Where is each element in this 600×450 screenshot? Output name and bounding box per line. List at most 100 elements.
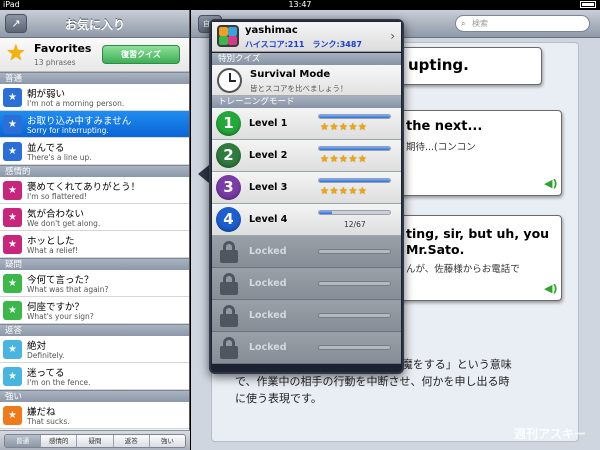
dialog-bubble-1: upting. [397, 47, 542, 85]
bubble-3-sub: んが、佐藤様からお電話で [406, 264, 520, 275]
level-name: Level 2 [249, 150, 288, 161]
phrase-japanese: ホッとした [27, 236, 75, 247]
level-progress-bar [318, 114, 391, 119]
dialog-bubble-2: the next... 期待...(コンコン ◀) [397, 110, 562, 196]
section-header: 普通 [0, 72, 189, 84]
level-row[interactable]: 1 Level 1 ★★★★★ [212, 108, 401, 140]
level-name: Locked [249, 310, 287, 321]
level-list: 1 Level 1 ★★★★★ 2 Level 2 ★★★★★ 3 Level 3 ★★★★★ 4… [211, 108, 402, 364]
left-nav-title: お気に入り [64, 18, 125, 32]
category-tabs: 普通 感情的 疑問 返答 強い [0, 430, 190, 450]
bubble-3-title-1: ting, sir, but uh, you [406, 226, 550, 241]
phrase-japanese: 朝が弱い [27, 89, 66, 100]
category-tab[interactable]: 返答 [113, 435, 150, 447]
locked-level-row: Locked [212, 268, 401, 300]
locked-level-row: Locked [212, 236, 401, 268]
score-rank: ハイスコア:211 ランク:3487 [245, 40, 362, 49]
star-icon: ★ [6, 41, 26, 66]
category-tab[interactable]: 感情的 [41, 435, 78, 447]
section-header: 強い [0, 390, 189, 402]
phrase-row[interactable]: ★ 並んでる There's a line up. [0, 138, 189, 165]
category-tab[interactable]: 強い [149, 435, 185, 447]
lock-icon [220, 337, 238, 359]
level-progress-bar [318, 281, 391, 286]
survival-subtitle: 皆とスコアを比べましょう！ [250, 84, 348, 93]
level-number-badge: 3 [216, 175, 241, 200]
category-star-icon: ★ [3, 406, 22, 425]
phrase-japanese: 嫌だね [27, 407, 56, 418]
speaker-icon[interactable]: ◀) [544, 282, 558, 295]
phrase-row[interactable]: ★ 今何て言った？ What was that again? [0, 270, 189, 297]
app-icon [217, 25, 239, 47]
speaker-icon[interactable]: ◀) [544, 177, 558, 190]
category-star-icon: ★ [3, 142, 22, 161]
lock-icon [220, 241, 238, 263]
search-input[interactable]: ⌕ 検索 [455, 15, 590, 32]
phrase-english: We don't get along. [27, 219, 101, 228]
phrase-english: There's a line up. [27, 153, 92, 162]
explanation-line-2: で、作業中の相手の行動を中断させ、何かを申し出る時 [235, 375, 510, 388]
phrase-english: What's your sign? [27, 312, 94, 321]
level-row[interactable]: 4 Level 4 12/67 [212, 204, 401, 236]
phrase-list: 普通 ★ 朝が弱い I'm not a morning person. ★ お取り込み中す… [0, 72, 189, 429]
bubble-3-title-2: Mr.Sato. [406, 242, 465, 257]
level-progress-bar [318, 313, 391, 318]
phrase-english: What a relief! [27, 246, 79, 255]
level-progress-bar [318, 345, 391, 350]
review-quiz-button[interactable]: 復習クイズ [102, 45, 180, 64]
quiz-popover: yashimac ハイスコア:211 ランク:3487 › 特別クイズ Surv… [209, 19, 404, 374]
level-row[interactable]: 2 Level 2 ★★★★★ [212, 140, 401, 172]
phrase-row[interactable]: ★ 朝が弱い I'm not a morning person. [0, 84, 189, 111]
favorites-title: Favorites [34, 42, 92, 55]
clock-icon [217, 68, 242, 93]
survival-title: Survival Mode [250, 69, 331, 80]
phrase-english: What was that again? [27, 285, 109, 294]
user-row[interactable]: yashimac ハイスコア:211 ランク:3487 › [212, 22, 401, 52]
level-number-badge: 2 [216, 143, 241, 168]
lock-icon [220, 273, 238, 295]
favorites-count: 13 phrases [34, 58, 76, 67]
level-name: Level 3 [249, 182, 288, 193]
level-name: Locked [249, 342, 287, 353]
popover-arrow [198, 165, 209, 183]
category-star-icon: ★ [3, 367, 22, 386]
phrase-row[interactable]: ★ お取り込み中すみません Sorry for interrupting. [0, 111, 189, 138]
phrase-japanese: お取り込み中すみません [27, 116, 132, 127]
phrase-row[interactable]: ★ 褒めてくれてありがとう！ I'm so flattered! [0, 177, 189, 204]
level-name: Level 4 [249, 214, 288, 225]
favorites-header: ★ Favorites 13 phrases 復習クイズ [0, 38, 189, 72]
phrase-japanese: 何座ですか？ [27, 302, 85, 313]
dialog-bubble-3: ting, sir, but uh, you Mr.Sato. んが、佐藤様から… [397, 215, 562, 301]
phrase-row[interactable]: ★ 絶対 Definitely. [0, 336, 189, 363]
lock-icon [220, 305, 238, 327]
level-number-badge: 4 [216, 207, 241, 232]
survival-mode-row[interactable]: Survival Mode 皆とスコアを比べましょう！ [212, 65, 401, 96]
category-tab[interactable]: 普通 [5, 435, 42, 447]
phrase-row[interactable]: ★ 嫌だね That sucks. [0, 402, 189, 429]
phrase-row[interactable]: ★ 気が合わない We don't get along. [0, 204, 189, 231]
level-name: Level 1 [249, 118, 288, 129]
phrase-japanese: 迷ってる [27, 368, 65, 379]
left-nav-bar: ↗ お気に入り [0, 10, 189, 38]
phrase-row[interactable]: ★ 迷ってる I'm on the fence. [0, 363, 189, 390]
status-time: 13:47 [288, 0, 312, 9]
category-star-icon: ★ [3, 181, 22, 200]
level-name: Locked [249, 246, 287, 257]
level-progress-bar [318, 146, 391, 151]
category-star-icon: ★ [3, 274, 22, 293]
category-star-icon: ★ [3, 340, 22, 359]
bubble-2-title: the next... [406, 119, 483, 134]
level-row[interactable]: 3 Level 3 ★★★★★ [212, 172, 401, 204]
chevron-right-icon: › [390, 29, 395, 43]
locked-level-row: Locked [212, 300, 401, 332]
phrase-row[interactable]: ★ ホッとした What a relief! [0, 231, 189, 258]
phrase-english: Definitely. [27, 351, 65, 360]
phrase-row[interactable]: ★ 何座ですか？ What's your sign? [0, 297, 189, 324]
category-star-icon: ★ [3, 208, 22, 227]
phrase-japanese: 絶対 [27, 341, 47, 352]
category-tab[interactable]: 疑問 [77, 435, 114, 447]
user-name: yashimac [245, 25, 298, 36]
search-icon: ⌕ [461, 19, 466, 28]
category-star-icon: ★ [3, 301, 22, 320]
phrase-english: I'm not a morning person. [27, 99, 125, 108]
